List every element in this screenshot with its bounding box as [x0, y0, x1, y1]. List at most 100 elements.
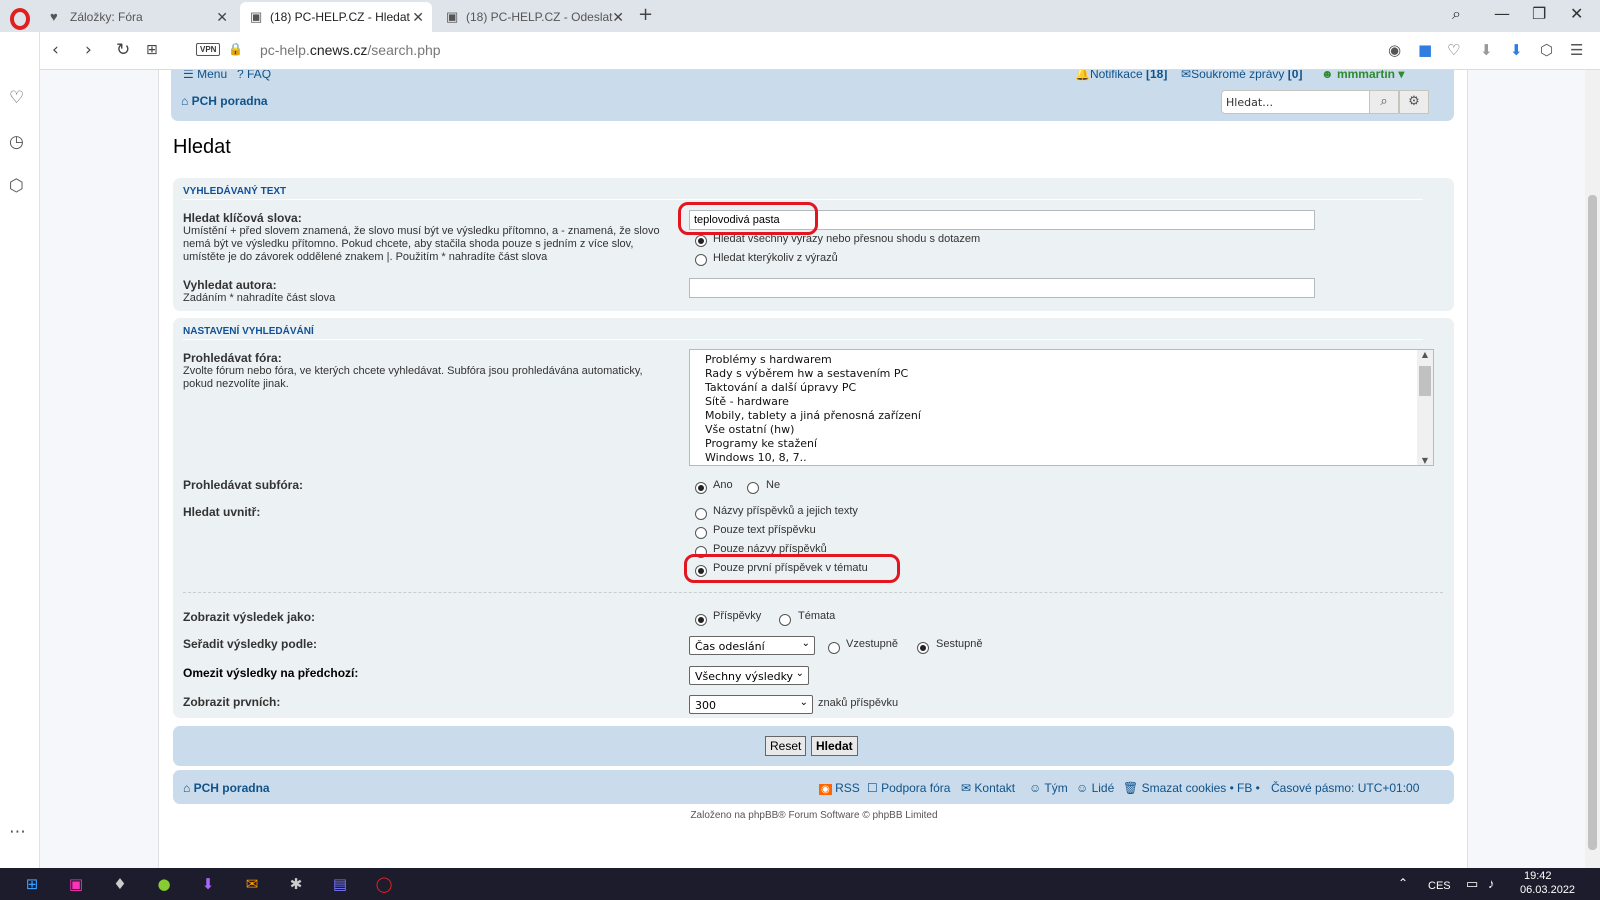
- page-viewport: ☰ Menu ? FAQ 🔔Notifikace [18] ✉Soukromé …: [40, 70, 1585, 868]
- chevron-up-icon[interactable]: ⌃: [1398, 876, 1408, 890]
- close-window-icon[interactable]: ✕: [1570, 4, 1583, 23]
- forum-option[interactable]: Problémy s hardwarem: [690, 353, 1433, 367]
- fb-link[interactable]: FB •: [1237, 781, 1260, 795]
- forum-option[interactable]: Vše ostatní (hw): [690, 423, 1433, 437]
- scroll-down-icon[interactable]: ▼: [1417, 456, 1433, 465]
- sort-desc-radio[interactable]: [917, 642, 929, 654]
- sort-desc-label: Sestupně: [936, 638, 983, 650]
- cube-icon[interactable]: ⬡: [9, 176, 24, 196]
- menu-link[interactable]: ☰ Menu: [183, 70, 227, 81]
- footer-home-link[interactable]: ⌂ PCH poradna: [183, 781, 270, 795]
- search-tabs-icon[interactable]: ⌕: [1452, 4, 1461, 24]
- language-indicator[interactable]: CES: [1428, 880, 1451, 892]
- limit-select[interactable]: Všechny výsledky ⌄: [689, 666, 809, 685]
- download-active-icon[interactable]: ⬇: [1510, 41, 1523, 59]
- forum-home-link[interactable]: ⌂ PCH poradna: [181, 94, 268, 108]
- subforums-yes-radio[interactable]: [695, 482, 707, 494]
- search-button[interactable]: Hledat: [811, 736, 858, 756]
- search-all-radio[interactable]: [695, 235, 707, 247]
- author-input[interactable]: [689, 278, 1315, 298]
- heart-icon[interactable]: ♡: [9, 88, 24, 108]
- forum-option[interactable]: Rady s výběrem hw a sestavením PC: [690, 367, 1433, 381]
- support-link[interactable]: ☐ Podpora fóra: [867, 781, 950, 795]
- page-scroll-thumb[interactable]: [1588, 195, 1597, 850]
- rss-icon: ◉: [819, 784, 832, 795]
- app-icon[interactable]: ⬇: [198, 875, 218, 893]
- app-icon[interactable]: ▤: [330, 875, 350, 893]
- restore-icon[interactable]: ❐: [1532, 4, 1546, 23]
- close-tab-icon[interactable]: ✕: [412, 2, 424, 32]
- new-tab-icon[interactable]: +: [638, 4, 653, 25]
- app-icon[interactable]: ♦: [110, 875, 130, 893]
- forum-header: ☰ Menu ? FAQ 🔔Notifikace [18] ✉Soukromé …: [171, 70, 1454, 121]
- scroll-up-icon[interactable]: ▲: [1417, 350, 1433, 359]
- minimize-icon[interactable]: —: [1494, 4, 1510, 23]
- network-icon[interactable]: ▭: [1466, 876, 1478, 892]
- vpn-badge[interactable]: VPN: [196, 43, 221, 56]
- powered-by: Založeno na phpBB® Forum Software © phpB…: [690, 810, 938, 821]
- tab-bookmarks[interactable]: ♥ Záložky: Fóra ✕: [40, 2, 236, 32]
- return-chars-select[interactable]: 300 ⌄: [689, 695, 813, 714]
- search-any-radio[interactable]: [695, 254, 707, 266]
- forum-option[interactable]: Taktování a další úpravy PC: [690, 381, 1433, 395]
- tab-post[interactable]: ▣ (18) PC-HELP.CZ - Odeslat ✕: [436, 2, 632, 32]
- page-scrollbar[interactable]: [1585, 70, 1600, 868]
- camera-icon[interactable]: ◉: [1388, 41, 1401, 59]
- url-field[interactable]: pc-help.cnews.cz/search.php: [260, 42, 441, 58]
- cookies-link[interactable]: 🗑 Smazat cookies •: [1123, 781, 1234, 795]
- app-icon[interactable]: ✉: [242, 875, 262, 893]
- sort-select[interactable]: Čas odeslání ⌄: [689, 636, 815, 655]
- tab-search[interactable]: ▣ (18) PC-HELP.CZ - Hledat ✕: [240, 2, 432, 32]
- close-tab-icon[interactable]: ✕: [612, 2, 624, 32]
- search-icon[interactable]: ⌕: [1369, 90, 1399, 114]
- address-bar: ‹ › ↻ ⊞ VPN 🔒 pc-help.cnews.cz/search.ph…: [40, 32, 1600, 70]
- listbox-scroll-thumb[interactable]: [1419, 366, 1431, 396]
- display-posts-radio[interactable]: [695, 614, 707, 626]
- lock-icon[interactable]: 🔒: [228, 42, 243, 56]
- user-menu[interactable]: ☻ mmmartin ▾: [1321, 70, 1404, 81]
- forum-option[interactable]: Windows 10, 8, 7..: [690, 451, 1433, 465]
- contact-link[interactable]: ✉ Kontakt: [961, 781, 1015, 795]
- faq-link[interactable]: ? FAQ: [237, 70, 271, 81]
- cube-icon[interactable]: ⬡: [1540, 41, 1553, 59]
- opera-logo-icon[interactable]: [10, 8, 30, 30]
- menu-icon[interactable]: ☰: [1570, 41, 1583, 59]
- reset-button[interactable]: Reset: [765, 736, 807, 756]
- forums-listbox[interactable]: Problémy s hardwarem Rady s výběrem hw a…: [689, 349, 1434, 466]
- close-tab-icon[interactable]: ✕: [216, 2, 228, 32]
- heart-icon[interactable]: ♡: [1447, 41, 1460, 59]
- rss-link[interactable]: ◉ RSS: [819, 781, 860, 795]
- notifications-link[interactable]: 🔔Notifikace [18]: [1075, 70, 1167, 81]
- download-icon[interactable]: ⬇: [1480, 41, 1493, 59]
- more-icon[interactable]: ⋯: [9, 822, 26, 842]
- windows-start-icon[interactable]: ⊞: [22, 875, 42, 893]
- opera-taskbar-icon[interactable]: ◯: [374, 875, 394, 893]
- taskbar: ⊞ ▣ ♦ ● ⬇ ✉ ✱ ▤ ◯ ⌃ CES ▭ ♪ 19:42 06.03.…: [0, 868, 1600, 900]
- app-icon[interactable]: ●: [154, 875, 174, 893]
- shield-icon[interactable]: ■: [1418, 41, 1432, 59]
- gear-icon[interactable]: ⚙: [1399, 90, 1429, 114]
- tabs-grid-icon[interactable]: ⊞: [146, 42, 158, 58]
- listbox-scrollbar[interactable]: ▲ ▼: [1417, 350, 1433, 465]
- private-messages-link[interactable]: ✉Soukromé zprávy [0]: [1181, 70, 1302, 81]
- forward-icon[interactable]: ›: [85, 40, 92, 60]
- reload-icon[interactable]: ↻: [116, 40, 130, 60]
- team-link[interactable]: ☺ Tým: [1029, 781, 1068, 795]
- subforums-no-radio[interactable]: [747, 482, 759, 494]
- forum-option[interactable]: Mobily, tablety a jiná přenosná zařízení: [690, 409, 1433, 423]
- history-icon[interactable]: ◷: [9, 132, 24, 152]
- header-search-input[interactable]: Hledat…: [1221, 90, 1370, 114]
- app-icon[interactable]: ▣: [66, 875, 86, 893]
- within-text-radio[interactable]: [695, 527, 707, 539]
- clock-time[interactable]: 19:42: [1524, 870, 1552, 882]
- sort-asc-radio[interactable]: [828, 642, 840, 654]
- forum-option[interactable]: Programy ke stažení: [690, 437, 1433, 451]
- volume-icon[interactable]: ♪: [1488, 876, 1495, 891]
- back-icon[interactable]: ‹: [52, 40, 59, 60]
- clock-date[interactable]: 06.03.2022: [1520, 884, 1575, 896]
- app-icon[interactable]: ✱: [286, 875, 306, 893]
- forum-option[interactable]: Sítě - hardware: [690, 395, 1433, 409]
- within-all-radio[interactable]: [695, 508, 707, 520]
- people-link[interactable]: ☺ Lidé: [1076, 781, 1114, 795]
- display-topics-radio[interactable]: [779, 614, 791, 626]
